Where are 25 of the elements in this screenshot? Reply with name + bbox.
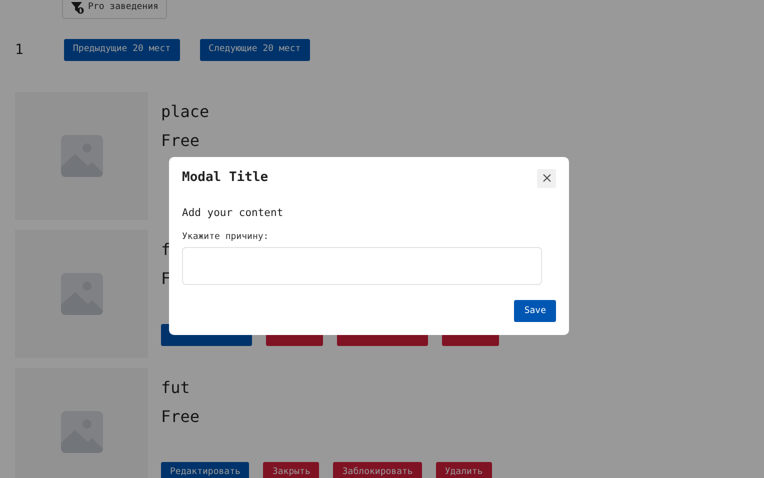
funnel-dollar-icon (71, 2, 84, 14)
place-name: f (161, 240, 172, 260)
image-placeholder-icon (60, 411, 102, 453)
edit-button[interactable]: Редактировать (161, 462, 250, 478)
image-placeholder-icon (60, 273, 102, 315)
field-label: Укажите причину: (182, 230, 270, 244)
previous-button[interactable]: Предыдущие 20 мест (64, 39, 180, 61)
place-price: Free (161, 407, 201, 427)
save-button[interactable]: Save (514, 300, 556, 322)
place-name: place (161, 102, 210, 122)
page-number: 1 (14, 40, 24, 60)
place-name: fut (161, 378, 191, 398)
place-price: F (161, 269, 172, 289)
image-placeholder-icon (60, 135, 102, 177)
close-icon (542, 174, 550, 182)
next-button[interactable]: Следующие 20 мест (200, 39, 310, 61)
modal-body-text: Add your content (182, 206, 284, 221)
close-button[interactable] (537, 168, 556, 188)
action-button[interactable]: Удалить (436, 462, 492, 478)
action-button[interactable]: Заблокировать (333, 462, 422, 478)
filter-button[interactable]: Pro заведения (62, 0, 168, 19)
reason-field[interactable] (182, 247, 542, 286)
modal-title: Modal Title (182, 169, 268, 188)
action-button[interactable]: Закрыть (263, 462, 320, 478)
place-price: Free (161, 131, 201, 151)
